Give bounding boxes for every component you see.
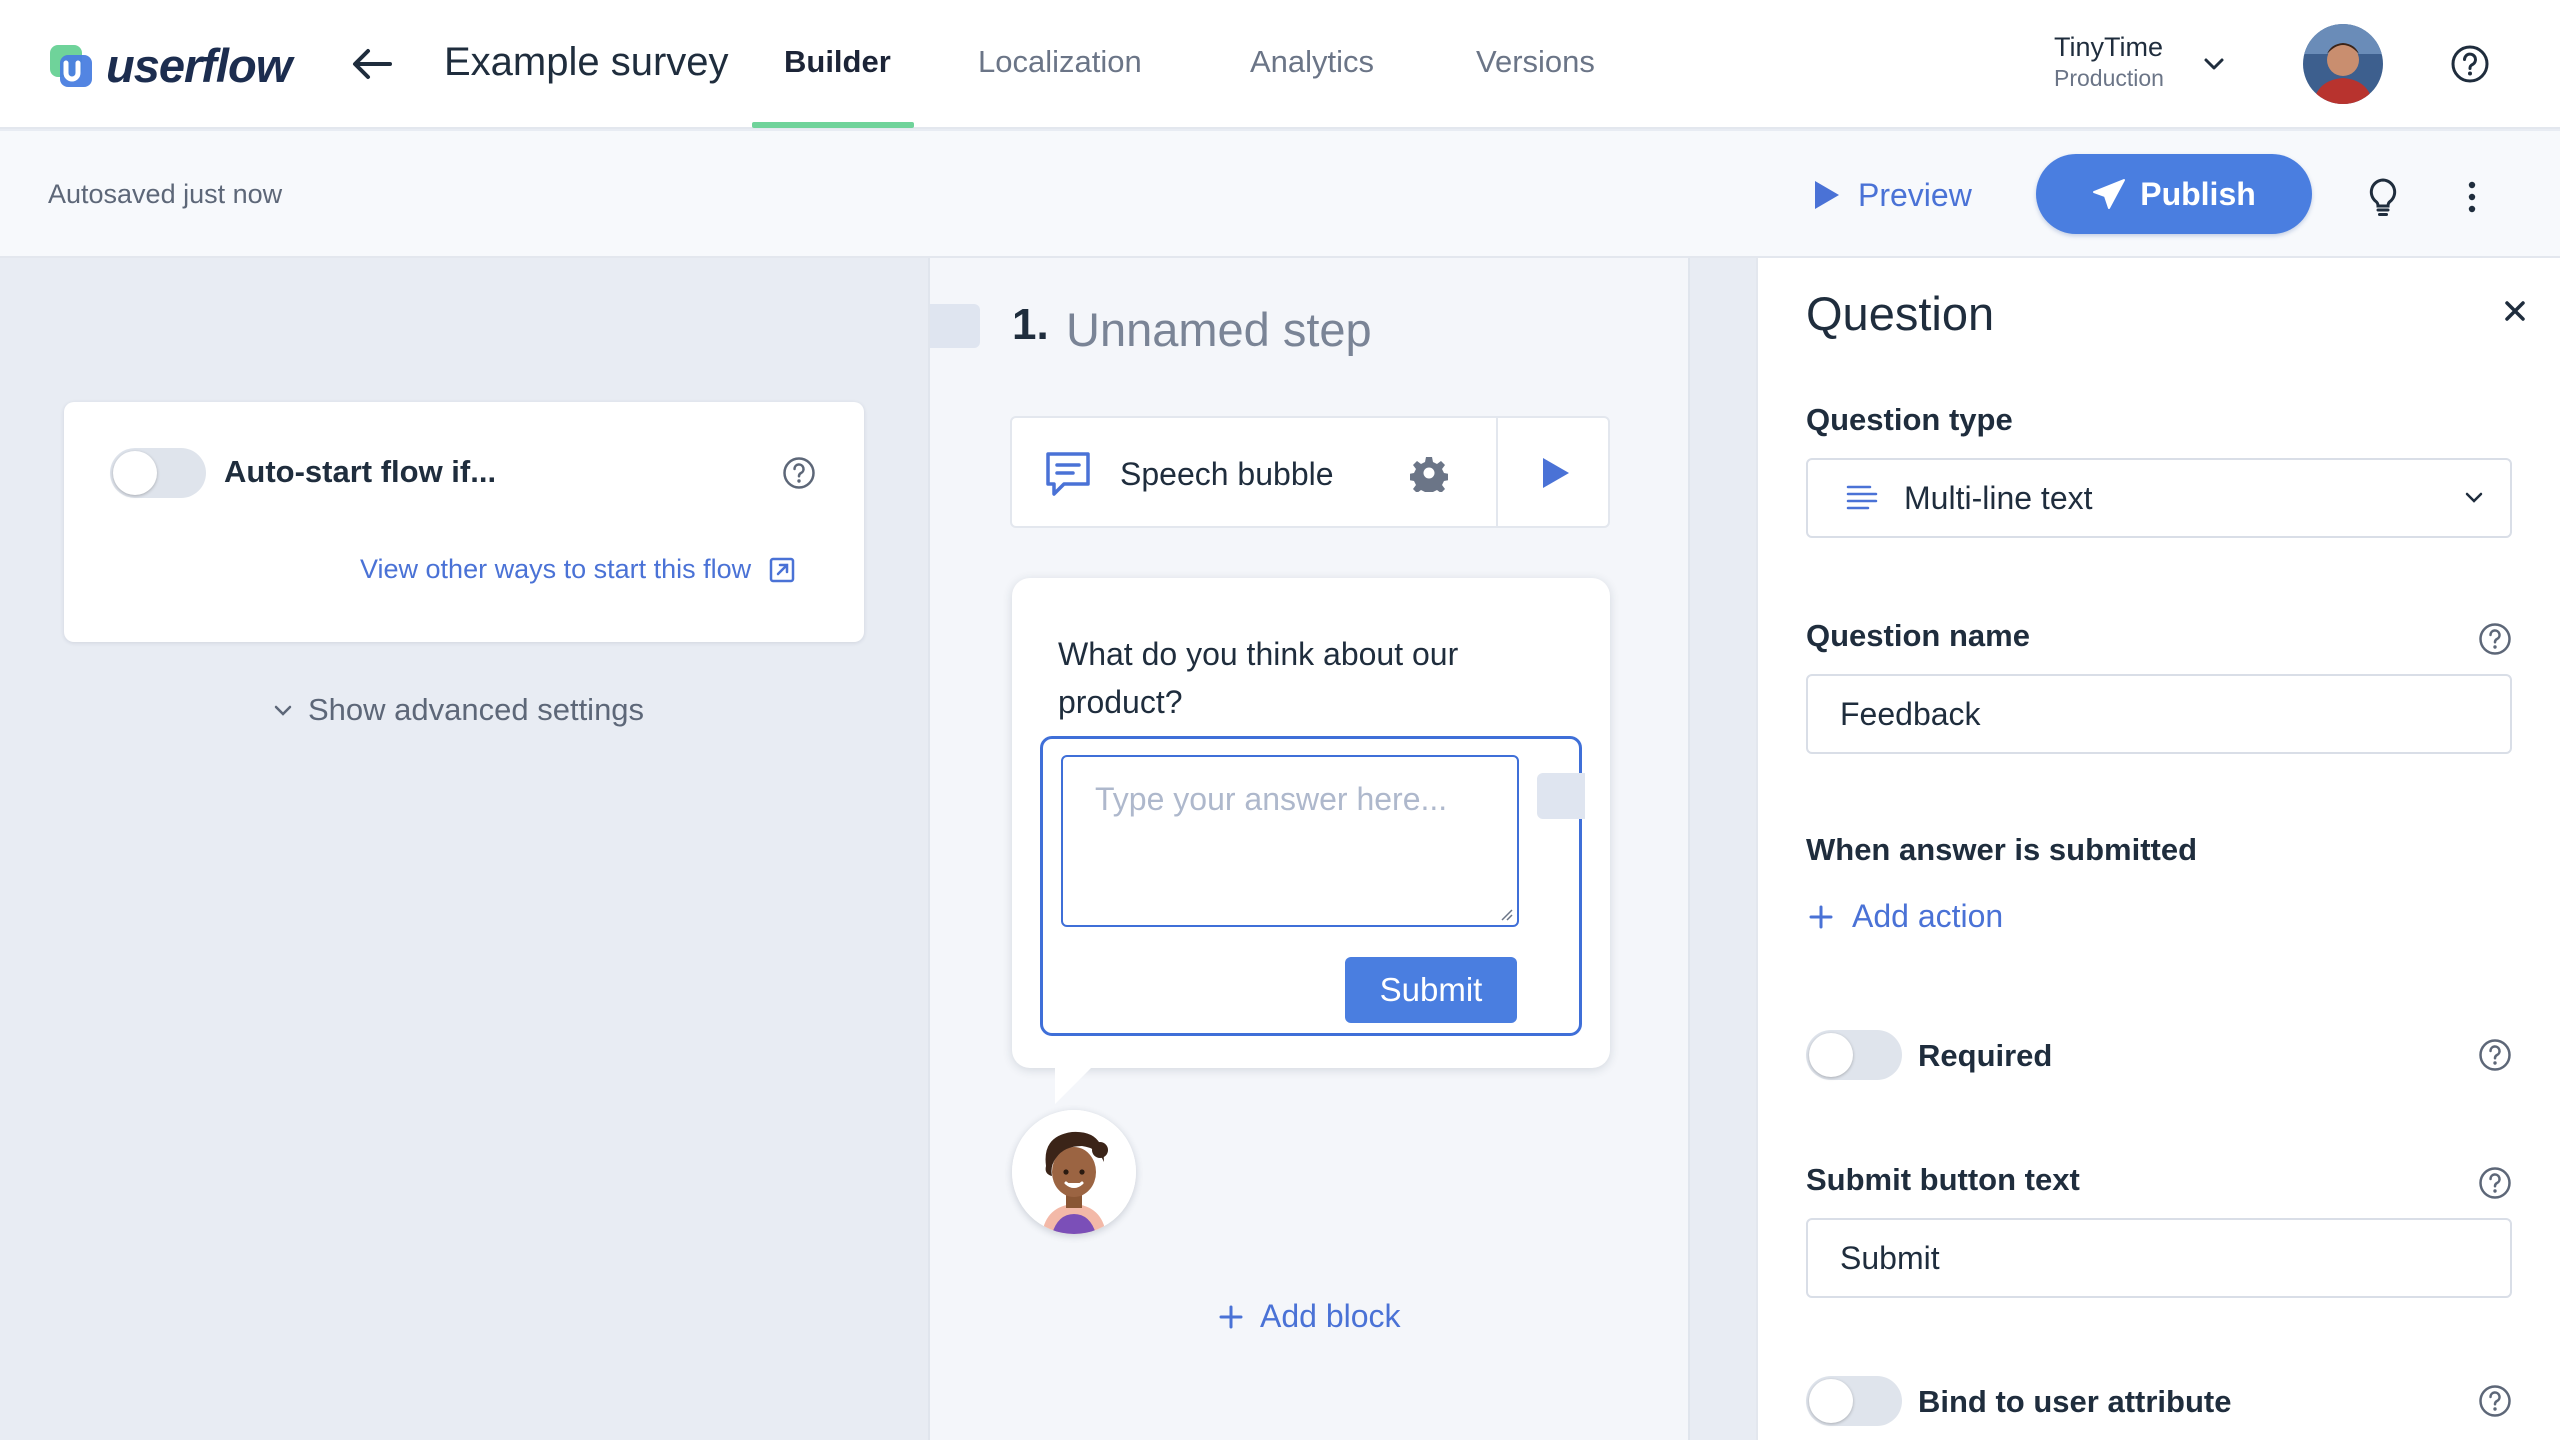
active-tab-indicator — [752, 122, 914, 128]
help-icon[interactable] — [2478, 622, 2512, 656]
toggle-knob — [1809, 1033, 1853, 1077]
userflow-logo-icon — [48, 41, 96, 89]
environment-name: Production — [2054, 65, 2164, 91]
speech-bubble-icon — [1042, 448, 1094, 500]
chevron-down-icon[interactable] — [2200, 50, 2228, 78]
preview-button[interactable]: Preview — [1812, 169, 1972, 221]
question-name-input[interactable] — [1806, 674, 2512, 754]
question-block-frame[interactable]: Type your answer here... Submit — [1040, 736, 1585, 1036]
top-navigation-bar: userflow Example survey Builder Localiza… — [0, 0, 2560, 129]
step-number: 1. — [1012, 300, 1049, 349]
editor-toolbar: Autosaved just now Preview Publish — [0, 131, 2560, 258]
help-icon[interactable] — [2478, 1384, 2512, 1418]
logo-text: userflow — [106, 38, 292, 92]
add-block-button[interactable]: Add block — [1218, 1298, 1401, 1335]
autosave-status: Autosaved just now — [48, 179, 283, 209]
step-drag-handle[interactable] — [930, 304, 980, 348]
question-type-select[interactable]: Multi-line text — [1806, 458, 2512, 538]
step-canvas: 1. Unnamed step Speech bubble What do yo… — [928, 258, 1690, 1440]
speech-bubble-tail — [1055, 1064, 1095, 1104]
chevron-down-icon — [2465, 492, 2483, 503]
lightbulb-icon[interactable] — [2366, 177, 2400, 217]
publish-label: Publish — [2140, 175, 2256, 212]
close-icon[interactable] — [2500, 296, 2530, 326]
auto-start-toggle[interactable] — [110, 448, 206, 498]
organization-name: TinyTime — [2054, 32, 2164, 62]
plus-icon — [1219, 1305, 1243, 1328]
play-icon — [1815, 181, 1839, 209]
auto-start-card: Auto-start flow if... View other ways to… — [64, 402, 864, 642]
speech-bubble-block[interactable]: Speech bubble — [1010, 416, 1610, 528]
multi-line-text-icon — [1846, 485, 1878, 510]
gear-icon[interactable] — [1409, 454, 1449, 497]
flow-title[interactable]: Example survey — [444, 40, 729, 85]
question-name-label: Question name — [1806, 618, 2030, 653]
tab-analytics[interactable]: Analytics — [1250, 44, 1374, 80]
preview-label: Preview — [1858, 176, 1972, 213]
help-icon[interactable] — [2478, 1038, 2512, 1072]
block-divider — [1496, 418, 1498, 526]
add-action-button[interactable]: Add action — [1808, 898, 2003, 935]
more-options-icon[interactable] — [2460, 177, 2484, 217]
submit-button-text-input[interactable] — [1806, 1218, 2512, 1298]
tab-builder[interactable]: Builder — [784, 44, 891, 80]
toggle-knob — [1809, 1379, 1853, 1423]
view-other-ways-text: View other ways to start this flow — [360, 554, 752, 584]
help-icon[interactable] — [2478, 1166, 2512, 1200]
flow-settings-panel: Auto-start flow if... View other ways to… — [0, 258, 928, 1440]
user-avatar[interactable] — [2303, 24, 2383, 104]
answer-placeholder: Type your answer here... — [1095, 781, 1448, 817]
help-icon[interactable] — [782, 456, 816, 490]
help-icon[interactable] — [2450, 44, 2490, 84]
view-other-ways-link[interactable]: View other ways to start this flow — [360, 554, 795, 585]
bind-attribute-label: Bind to user attribute — [1918, 1384, 2232, 1419]
organization-switcher[interactable]: TinyTime Production — [2054, 32, 2164, 92]
required-label: Required — [1918, 1038, 2053, 1073]
submit-button-text-label: Submit button text — [1806, 1162, 2080, 1197]
userflow-logo[interactable]: userflow — [48, 38, 292, 92]
tab-localization[interactable]: Localization — [978, 44, 1142, 80]
back-arrow-icon[interactable] — [348, 40, 396, 88]
toggle-knob — [113, 451, 157, 495]
block-side-handle[interactable] — [1537, 773, 1585, 819]
chevron-down-icon — [274, 705, 292, 716]
add-block-label: Add block — [1260, 1298, 1401, 1334]
question-type-label: Question type — [1806, 402, 2013, 437]
speech-bubble-preview: What do you think about our product? Typ… — [1012, 578, 1610, 1068]
advanced-settings-label: Show advanced settings — [308, 692, 645, 727]
submit-button[interactable]: Submit — [1345, 957, 1517, 1023]
panel-title: Question — [1806, 287, 1995, 340]
plus-icon — [1809, 905, 1833, 928]
auto-start-label: Auto-start flow if... — [224, 454, 497, 489]
paper-plane-icon — [2093, 179, 2126, 209]
assistant-avatar — [1012, 1110, 1136, 1234]
on-submit-label: When answer is submitted — [1806, 832, 2198, 867]
answer-textarea[interactable]: Type your answer here... — [1061, 755, 1519, 927]
publish-button[interactable]: Publish — [2036, 154, 2312, 234]
external-link-icon — [769, 557, 795, 582]
play-icon[interactable] — [1538, 454, 1574, 492]
step-name[interactable]: Unnamed step — [1066, 302, 1372, 357]
show-advanced-settings-button[interactable]: Show advanced settings — [272, 692, 644, 728]
question-type-value: Multi-line text — [1904, 480, 2093, 516]
required-toggle[interactable] — [1806, 1030, 1902, 1080]
question-text[interactable]: What do you think about our product? — [1058, 630, 1538, 726]
bind-attribute-toggle[interactable] — [1806, 1376, 1902, 1426]
resize-grip-icon[interactable] — [1499, 907, 1513, 921]
add-action-label: Add action — [1852, 898, 2004, 934]
question-settings-panel: Question Question type Multi-line text Q… — [1756, 258, 2560, 1440]
tab-versions[interactable]: Versions — [1476, 44, 1595, 80]
block-type-label: Speech bubble — [1120, 456, 1334, 492]
